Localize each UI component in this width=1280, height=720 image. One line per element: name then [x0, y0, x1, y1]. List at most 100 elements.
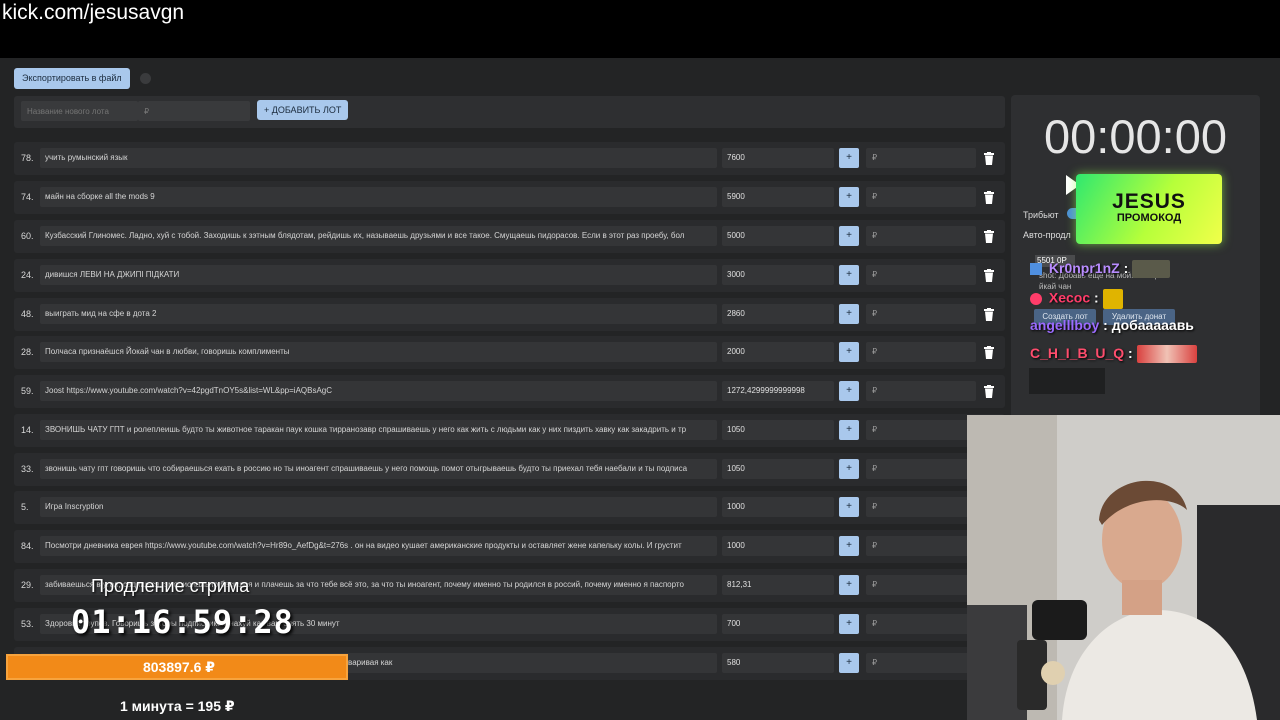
lot-amount-input[interactable]: 3000 — [722, 265, 834, 285]
extension-total-bar: 803897.6 ₽ — [6, 654, 348, 680]
lot-title-input[interactable]: учить румынский язык — [40, 148, 717, 168]
lot-amount-input[interactable]: 1000 — [722, 497, 834, 517]
badge-icon — [1030, 263, 1042, 276]
lot-extra-amount-input[interactable]: ₽ — [866, 459, 976, 479]
lot-add-amount-button[interactable]: + — [839, 459, 859, 479]
lot-number: 84. — [21, 541, 34, 551]
emote-icon — [1136, 345, 1197, 364]
lot-amount-input[interactable]: 7600 — [722, 148, 834, 168]
trash-icon[interactable] — [983, 269, 995, 282]
trash-icon[interactable] — [983, 385, 995, 398]
lot-add-amount-button[interactable]: + — [839, 226, 859, 246]
trash-icon[interactable] — [983, 152, 995, 165]
lot-row: 33. звонишь чату гпт говоришь что собирае… — [14, 453, 1005, 486]
lot-extra-amount-input[interactable]: ₽ — [866, 187, 976, 207]
channel-url: kick.com/jesusavgn — [2, 1, 185, 24]
lot-amount-input[interactable]: 5900 — [722, 187, 834, 207]
promo-subtitle: ПРОМОКОД — [1116, 212, 1182, 224]
lot-title-input[interactable]: Joost https://www.youtube.com/watch?v=42… — [40, 381, 717, 401]
lot-extra-amount-input[interactable]: ₽ — [866, 226, 976, 246]
export-button[interactable]: Экспортировать в файл — [14, 68, 130, 89]
lot-extra-amount-input[interactable]: ₽ — [866, 653, 976, 673]
lot-amount-input[interactable]: 580 — [722, 653, 834, 673]
trash-icon[interactable] — [983, 230, 995, 243]
lot-add-amount-button[interactable]: + — [839, 187, 859, 207]
lot-title-input[interactable]: Посмотри дневника еврея https://www.yout… — [40, 536, 717, 556]
lot-title-input[interactable]: майн на сборке all the mods 9 — [40, 187, 717, 207]
lips-icon — [1030, 293, 1042, 305]
lot-title-input[interactable]: звонишь чату гпт говоришь что собираешьс… — [40, 459, 717, 479]
lot-title-input[interactable]: ЗВОНИШЬ ЧАТУ ГПТ и ролеплеишь будто ты ж… — [40, 420, 717, 440]
lot-add-amount-button[interactable]: + — [839, 614, 859, 634]
lot-title-input[interactable]: Игра Inscryption — [40, 497, 717, 517]
new-lot-price-input[interactable] — [138, 101, 250, 121]
chat-overlay: Kr0npr1nZ : Xecoc : angelllboy : добаааа… — [1029, 256, 1280, 396]
lot-amount-input[interactable]: 2000 — [722, 342, 834, 362]
extension-timer: 01:16:59:28 — [71, 603, 294, 641]
lot-add-amount-button[interactable]: + — [839, 381, 859, 401]
lot-extra-amount-input[interactable]: ₽ — [866, 265, 976, 285]
lot-row: 28. Полчаса признаёшся Йокай чан в любви,… — [14, 336, 1005, 369]
lot-number: 74. — [21, 192, 34, 202]
lot-number: 48. — [21, 309, 34, 319]
lot-amount-input[interactable]: 2860 — [722, 304, 834, 324]
add-lot-row: + ДОБАВИТЬ ЛОТ — [14, 96, 1005, 128]
lot-add-amount-button[interactable]: + — [839, 265, 859, 285]
lot-extra-amount-input[interactable]: ₽ — [866, 342, 976, 362]
chat-username: Kr0npr1nZ — [1048, 260, 1120, 276]
lot-amount-input[interactable]: 812,31 — [722, 575, 834, 595]
webcam-feed — [967, 415, 1280, 720]
lot-add-amount-button[interactable]: + — [839, 653, 859, 673]
lot-amount-input[interactable]: 5000 — [722, 226, 834, 246]
lot-number: 24. — [21, 270, 34, 280]
lot-title-input[interactable]: Полчаса признаёшся Йокай чан в любви, го… — [40, 342, 717, 362]
lot-number: 60. — [21, 231, 34, 241]
extension-rate: 1 минута = 195 ₽ — [120, 698, 235, 714]
lot-number: 33. — [21, 464, 34, 474]
new-lot-name-input[interactable] — [21, 101, 138, 121]
extension-label: Продление стрима — [91, 576, 250, 596]
lot-add-amount-button[interactable]: + — [839, 497, 859, 517]
lot-extra-amount-input[interactable]: ₽ — [866, 381, 976, 401]
lot-amount-input[interactable]: 1050 — [722, 459, 834, 479]
lot-extra-amount-input[interactable]: ₽ — [866, 148, 976, 168]
trash-icon[interactable] — [983, 308, 995, 321]
lot-extra-amount-input[interactable]: ₽ — [866, 420, 976, 440]
toggle-dot[interactable] — [140, 73, 151, 84]
lot-add-amount-button[interactable]: + — [839, 148, 859, 168]
lot-extra-amount-input[interactable]: ₽ — [866, 614, 976, 634]
lot-amount-input[interactable]: 1050 — [722, 420, 834, 440]
lot-number: 59. — [21, 386, 34, 396]
lot-number: 14. — [21, 425, 34, 435]
lot-number: 28. — [21, 347, 34, 357]
lot-add-amount-button[interactable]: + — [839, 304, 859, 324]
lot-row: 48. выиграть мид на сфе в дота 2 2860 + ₽ — [14, 298, 1005, 331]
lot-row: 78. учить румынский язык 7600 + ₽ — [14, 142, 1005, 175]
lot-title-input[interactable]: выиграть мид на сфе в дота 2 — [40, 304, 717, 324]
lot-amount-input[interactable]: 1000 — [722, 536, 834, 556]
lot-extra-amount-input[interactable]: ₽ — [866, 304, 976, 324]
lot-add-amount-button[interactable]: + — [839, 420, 859, 440]
lot-add-amount-button[interactable]: + — [839, 342, 859, 362]
auction-timer: 00:00:00 — [1044, 110, 1227, 163]
trash-icon[interactable] — [983, 346, 995, 359]
lot-row: 74. майн на сборке all the mods 9 5900 + ₽ — [14, 181, 1005, 214]
lot-row: 14. ЗВОНИШЬ ЧАТУ ГПТ и ролеплеишь будто т… — [14, 414, 1005, 447]
lot-extra-amount-input[interactable]: ₽ — [866, 536, 976, 556]
lot-number: 29. — [21, 580, 34, 590]
lot-extra-amount-input[interactable]: ₽ — [866, 575, 976, 595]
lot-add-amount-button[interactable]: + — [839, 575, 859, 595]
lot-extra-amount-input[interactable]: ₽ — [866, 497, 976, 517]
add-lot-button[interactable]: + ДОБАВИТЬ ЛОТ — [257, 100, 349, 120]
lot-amount-input[interactable]: 700 — [722, 614, 834, 634]
chat-username: C_H_I_B_U_Q — [1030, 345, 1125, 361]
trash-icon[interactable] — [983, 191, 995, 204]
lot-add-amount-button[interactable]: + — [839, 536, 859, 556]
emote-icon — [1102, 289, 1123, 309]
lot-amount-input[interactable]: 1272,4299999999998 — [722, 381, 834, 401]
chat-message: Xecoc : — [1030, 289, 1123, 315]
lot-row: 59. Joost https://www.youtube.com/watch?v… — [14, 375, 1005, 408]
lot-title-input[interactable]: дивишся ЛЕВИ НА ДЖИПІ ПІДКАТИ — [40, 265, 717, 285]
chat-username: angelllboy — [1030, 317, 1100, 333]
lot-title-input[interactable]: Кузбасский Глиномес. Ладно, хуй с тобой.… — [40, 226, 717, 246]
